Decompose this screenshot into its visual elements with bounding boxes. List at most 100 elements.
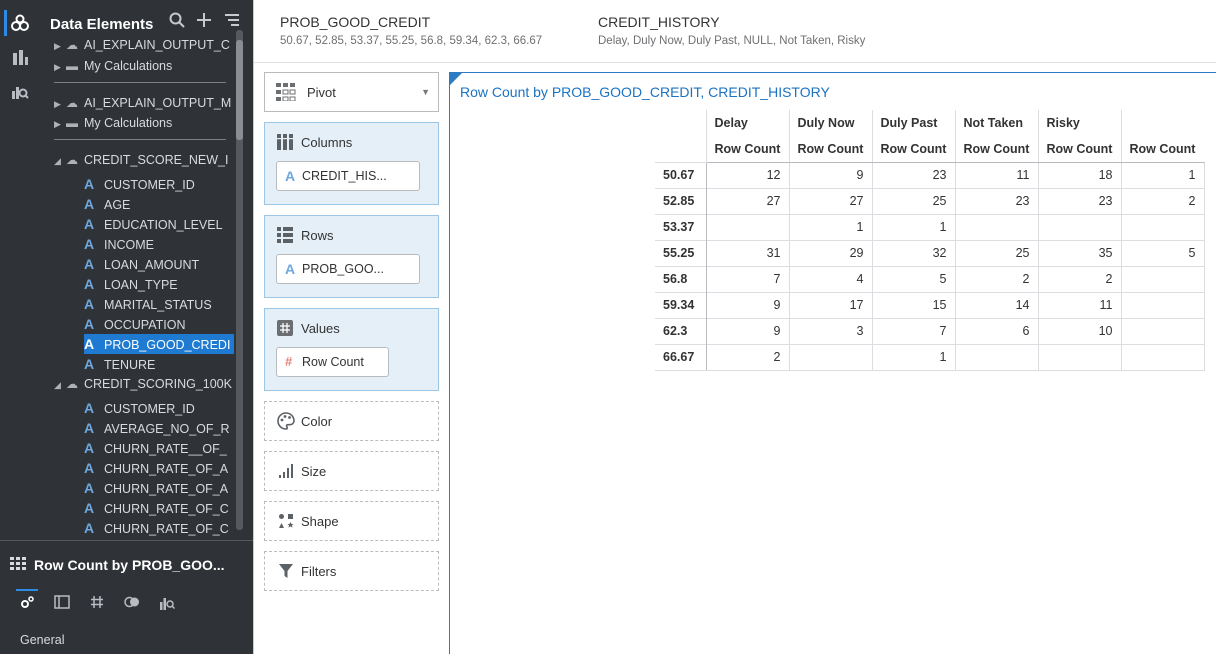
value-cell[interactable]: 17 (788, 291, 872, 318)
filter-credit-history-values[interactable]: Delay, Duly Now, Duly Past, NULL, Not Ta… (598, 35, 865, 47)
pivot-table[interactable]: Delay Duly Now Duly Past Not Taken Risky Row… (655, 110, 1205, 371)
column-header-cell[interactable]: Duly Past (871, 110, 955, 136)
tree-item-customer-id[interactable]: A CUSTOMER_ID (84, 174, 195, 194)
filter-prob-good-credit-values[interactable]: 50.67, 52.85, 53.37, 55.25, 56.8, 59.34,… (280, 35, 542, 47)
column-header-cell[interactable] (1120, 110, 1204, 136)
number-format-icon[interactable] (90, 595, 104, 612)
value-cell[interactable]: 4 (788, 265, 872, 292)
row-header-cell[interactable]: 62.3 (655, 317, 707, 344)
value-cell[interactable]: 23 (1037, 187, 1121, 214)
value-cell[interactable]: 35 (1037, 239, 1121, 266)
value-cell[interactable] (705, 213, 789, 240)
tree-scrollbar-thumb[interactable] (236, 40, 243, 140)
tree-item-income[interactable]: A INCOME (84, 234, 154, 254)
collapse-arrow-icon[interactable]: ◢ (54, 151, 66, 171)
analytics-icon[interactable] (8, 80, 32, 104)
value-cell[interactable]: 9 (788, 161, 872, 188)
value-cell[interactable] (1120, 343, 1205, 371)
value-cell[interactable]: 5 (1120, 239, 1205, 266)
value-cell[interactable] (1037, 343, 1121, 371)
value-cell[interactable]: 25 (871, 187, 955, 214)
value-cell[interactable]: 5 (871, 265, 955, 292)
overlap-circles-icon[interactable] (124, 595, 140, 612)
columns-section[interactable]: Columns A CREDIT_HIS... (264, 122, 439, 205)
measure-header-cell[interactable]: Row Count (1037, 136, 1121, 163)
rows-section[interactable]: Rows A PROB_GOO... (264, 215, 439, 298)
value-cell[interactable] (1120, 265, 1205, 292)
column-header-cell[interactable]: Not Taken (954, 110, 1038, 136)
value-cell[interactable] (954, 213, 1038, 240)
value-cell[interactable]: 7 (871, 317, 955, 344)
value-cell[interactable] (1120, 213, 1205, 240)
value-cell[interactable]: 3 (788, 317, 872, 344)
tree-item-ai-explain-output-c[interactable]: ▶ ☁ AI_EXPLAIN_OUTPUT_C (54, 35, 230, 55)
column-header-cell[interactable]: Risky (1037, 110, 1121, 136)
tree-item-churn-rate-of-a[interactable]: A CHURN_RATE_OF_A (84, 478, 228, 498)
tree-item-education-level[interactable]: A EDUCATION_LEVEL (84, 214, 223, 234)
tree-item-occupation[interactable]: A OCCUPATION (84, 314, 185, 334)
tree-item-loan-amount[interactable]: A LOAN_AMOUNT (84, 254, 199, 274)
row-header-cell[interactable]: 52.85 (655, 187, 707, 214)
tree-item-ai-explain-output-m[interactable]: ▶ ☁ AI_EXPLAIN_OUTPUT_M (54, 93, 231, 113)
value-cell[interactable]: 15 (871, 291, 955, 318)
add-icon[interactable] (196, 12, 212, 33)
value-cell[interactable]: 2 (1037, 265, 1121, 292)
row-header-cell[interactable]: 56.8 (655, 265, 707, 292)
filter-credit-history-title[interactable]: CREDIT_HISTORY (598, 14, 720, 30)
tree-item-credit-scoring-100k[interactable]: ◢ ☁ CREDIT_SCORING_100K (54, 374, 232, 394)
value-cell[interactable] (1120, 317, 1205, 344)
search-icon[interactable] (169, 12, 185, 33)
filter-prob-good-credit-title[interactable]: PROB_GOOD_CREDIT (280, 14, 430, 30)
value-cell[interactable]: 2 (705, 343, 789, 371)
value-cell[interactable]: 12 (705, 161, 789, 188)
value-cell[interactable]: 31 (705, 239, 789, 266)
tree-item-age[interactable]: A AGE (84, 194, 130, 214)
tree-item-my-calculations[interactable]: ▶ ▬ My Calculations (54, 113, 172, 133)
value-cell[interactable] (1037, 213, 1121, 240)
values-section[interactable]: Values # Row Count (264, 308, 439, 391)
value-cell[interactable]: 9 (705, 317, 789, 344)
measure-header-cell[interactable]: Row Count (788, 136, 872, 163)
collapse-arrow-icon[interactable]: ◢ (54, 375, 66, 395)
value-cell[interactable]: 9 (705, 291, 789, 318)
expand-arrow-icon[interactable]: ▶ (54, 94, 66, 114)
value-cell[interactable]: 27 (788, 187, 872, 214)
tree-item-churn-rate-of-a[interactable]: A CHURN_RATE_OF_A (84, 458, 228, 478)
expand-arrow-icon[interactable]: ▶ (54, 36, 66, 56)
tree-item-churn-rate-of-c[interactable]: A CHURN_RATE_OF_C (84, 518, 229, 538)
tree-item-credit-score-new-i[interactable]: ◢ ☁ CREDIT_SCORE_NEW_I (54, 150, 228, 170)
row-header-cell[interactable]: 59.34 (655, 291, 707, 318)
general-settings-gear-icon[interactable] (19, 595, 35, 614)
row-header-cell[interactable]: 50.67 (655, 161, 707, 188)
value-cell[interactable] (1120, 291, 1205, 318)
tree-item-average-no-of-r[interactable]: A AVERAGE_NO_OF_R (84, 418, 230, 438)
value-cell[interactable] (954, 343, 1038, 371)
viz-type-dropdown[interactable]: Pivot ▼ (264, 72, 439, 112)
value-cell[interactable]: 1 (871, 213, 955, 240)
value-cell[interactable]: 23 (871, 161, 955, 188)
tree-item-customer-id[interactable]: A CUSTOMER_ID (84, 398, 195, 418)
expand-arrow-icon[interactable]: ▶ (54, 114, 66, 134)
value-cell[interactable]: 1 (1120, 161, 1205, 188)
value-cell[interactable]: 18 (1037, 161, 1121, 188)
measure-header-cell[interactable]: Row Count (1120, 136, 1204, 163)
color-drop-zone[interactable]: Color (264, 401, 439, 441)
visualizations-icon[interactable] (8, 46, 32, 70)
analytics-tab-icon[interactable] (159, 595, 176, 614)
values-pill-row-count[interactable]: # Row Count (276, 347, 389, 377)
tree-item-loan-type[interactable]: A LOAN_TYPE (84, 274, 178, 294)
rows-pill-prob-good-credit[interactable]: A PROB_GOO... (276, 254, 420, 284)
value-cell[interactable] (788, 343, 872, 371)
size-drop-zone[interactable]: Size (264, 451, 439, 491)
value-cell[interactable]: 1 (788, 213, 872, 240)
tree-item-my-calculations[interactable]: ▶ ▬ My Calculations (54, 56, 172, 76)
value-cell[interactable]: 7 (705, 265, 789, 292)
expand-arrow-icon[interactable]: ▶ (54, 57, 66, 77)
value-cell[interactable]: 14 (954, 291, 1038, 318)
tree-item-churn-rate-of-c[interactable]: A CHURN_RATE_OF_C (84, 498, 229, 518)
value-cell[interactable]: 29 (788, 239, 872, 266)
column-header-cell[interactable]: Delay (705, 110, 789, 136)
data-elements-icon[interactable] (8, 11, 32, 35)
value-cell[interactable]: 27 (705, 187, 789, 214)
measure-header-cell[interactable]: Row Count (705, 136, 789, 163)
